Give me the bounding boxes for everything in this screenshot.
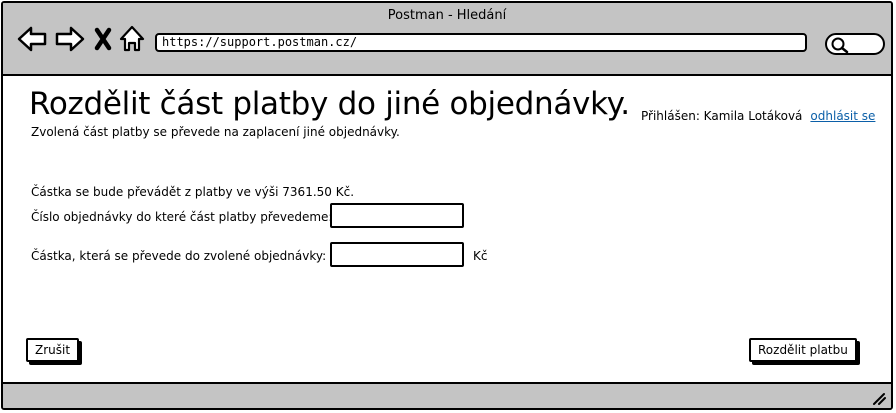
currency-label: Kč <box>473 249 488 263</box>
status-bar <box>3 382 891 408</box>
forward-arrow-icon[interactable] <box>53 23 85 55</box>
amount-label: Částka, která se převede do zvolené obje… <box>31 249 327 263</box>
order-number-input[interactable] <box>330 203 464 228</box>
back-arrow-icon[interactable] <box>17 23 49 55</box>
cancel-button[interactable]: Zrušit <box>26 338 80 362</box>
order-number-label: Číslo objednávky do které část platby př… <box>31 210 333 224</box>
payment-info-text: Částka se bude převádět z platby ve výši… <box>31 185 355 199</box>
home-icon[interactable] <box>117 23 149 55</box>
browser-search-box[interactable] <box>825 33 885 55</box>
page-subtitle: Zvolená část platby se převede na zaplac… <box>31 125 400 139</box>
search-icon <box>831 37 849 53</box>
login-label: Přihlášen: Kamila Lotáková <box>641 109 803 123</box>
browser-toolbar: Postman - Hledání https://support.postma… <box>3 3 891 76</box>
login-info: Přihlášen: Kamila Lotáková odhlásit se <box>641 109 875 123</box>
amount-input[interactable] <box>330 242 464 267</box>
browser-window: Postman - Hledání https://support.postma… <box>1 1 893 410</box>
logout-link[interactable]: odhlásit se <box>810 109 875 123</box>
page-title: Rozdělit část platby do jiné objednávky. <box>29 86 630 122</box>
split-payment-button[interactable]: Rozdělit platbu <box>749 338 857 362</box>
url-bar[interactable]: https://support.postman.cz/ <box>155 33 807 52</box>
resize-grip-icon[interactable] <box>871 391 887 405</box>
window-title: Postman - Hledání <box>387 8 507 23</box>
